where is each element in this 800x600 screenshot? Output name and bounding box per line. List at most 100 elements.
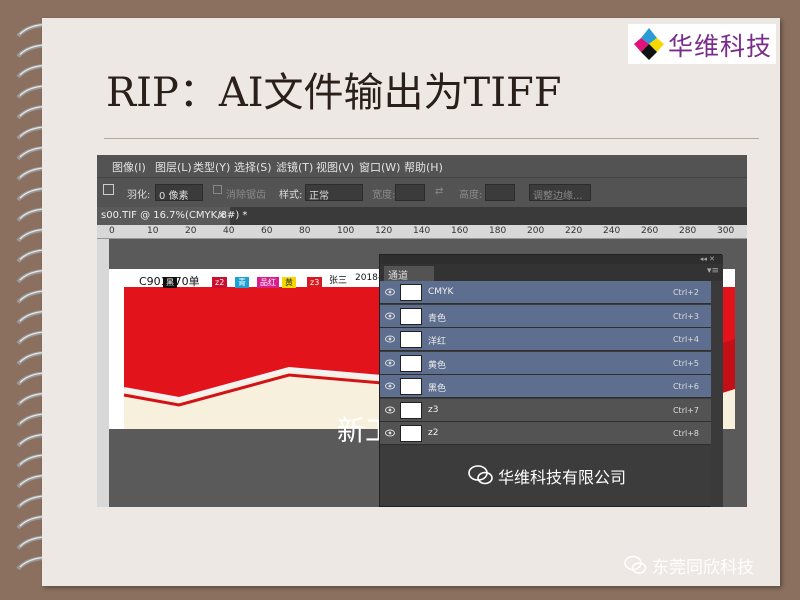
- antialias-checkbox[interactable]: [213, 185, 222, 194]
- eye-icon[interactable]: [385, 288, 395, 296]
- channel-shortcut: Ctrl+3: [672, 311, 699, 321]
- swap-dimensions-icon[interactable]: ⇄: [435, 186, 443, 197]
- ruler-tick-label: 140: [413, 226, 431, 236]
- channel-name: 洋红: [428, 337, 447, 347]
- color-chip: z2: [212, 277, 228, 288]
- width-label: 宽度:: [372, 190, 396, 201]
- feather-input[interactable]: 0 像素: [155, 184, 203, 202]
- channel-thumbnail: [400, 401, 422, 419]
- ruler-tick-label: 60: [261, 226, 273, 236]
- eye-icon[interactable]: [385, 335, 395, 343]
- ruler-tick-label: 240: [603, 226, 621, 236]
- menu-view[interactable]: 视图(V): [316, 159, 354, 175]
- horizontal-ruler: 0 10 20 40 60 80 100 120 140 160 180 200 220 240 260 28…: [97, 225, 747, 239]
- channel-shortcut: Ctrl+7: [672, 405, 699, 415]
- ruler-tick-label: 180: [489, 226, 507, 236]
- channel-name: z3: [428, 404, 439, 415]
- channel-thumbnail: [400, 284, 422, 301]
- channel-thumbnail: [400, 378, 422, 395]
- channels-tab[interactable]: 通道: [384, 266, 434, 282]
- channel-row[interactable]: z2 Ctrl+8: [380, 422, 711, 445]
- document-tab[interactable]: s00.TIF @ 16.7%(CMYK/8#) * ×: [97, 207, 247, 225]
- channel-thumbnail: [400, 425, 422, 442]
- channel-shortcut: Ctrl+4: [672, 335, 699, 344]
- style-label: 样式:: [279, 190, 303, 201]
- height-input[interactable]: [485, 184, 515, 201]
- channel-name: 黑色: [428, 384, 447, 394]
- style-select[interactable]: 正常: [305, 184, 363, 202]
- width-input[interactable]: [395, 184, 425, 201]
- ruler-tick-label: 10: [147, 226, 159, 236]
- menu-layer[interactable]: 图层(L): [155, 159, 192, 175]
- channel-row[interactable]: z3 Ctrl+7: [380, 398, 711, 422]
- company-watermark: 华维科技有限公司: [468, 462, 728, 492]
- channel-thumbnail: [400, 331, 422, 348]
- title-divider: [104, 138, 759, 139]
- eye-icon[interactable]: [385, 406, 395, 414]
- color-chip: 黄: [282, 277, 296, 288]
- ruler-tick-label: 80: [299, 226, 311, 236]
- wechat-icon: [468, 465, 493, 485]
- channel-thumbnail: [400, 354, 422, 372]
- marquee-tool-icon[interactable]: [103, 184, 114, 195]
- channel-row[interactable]: 黄色 Ctrl+5: [380, 351, 711, 375]
- ruler-tick-label: 120: [375, 226, 393, 236]
- ruler-tick-label: 280: [679, 226, 697, 236]
- channel-thumbnail: [400, 307, 422, 325]
- document-tab-bar: s00.TIF @ 16.7%(CMYK/8#) * ×: [97, 207, 747, 225]
- eye-icon[interactable]: [385, 359, 395, 367]
- menu-filter[interactable]: 滤镜(T): [276, 159, 313, 175]
- menu-type[interactable]: 类型(Y): [193, 159, 230, 175]
- ruler-tick-label: 100: [337, 226, 355, 236]
- panel-menu-icon[interactable]: ▾≡: [707, 266, 719, 276]
- wechat-icon: [624, 555, 647, 574]
- ruler-tick-label: 40: [223, 226, 235, 236]
- refine-edge-button[interactable]: 调整边缘...: [529, 184, 591, 202]
- channel-name: CMYK: [428, 287, 454, 297]
- feather-label: 羽化:: [127, 190, 151, 201]
- close-tab-icon[interactable]: ×: [218, 210, 226, 221]
- panel-collapse-bar[interactable]: ◂◂ ✕: [380, 255, 723, 264]
- logo-diamond-icon: [634, 28, 664, 60]
- ruler-tick-label: 220: [565, 226, 583, 236]
- eye-icon[interactable]: [385, 312, 395, 320]
- channel-shortcut: Ctrl+5: [672, 358, 699, 368]
- account-watermark-text: 东莞同欣科技: [652, 558, 754, 578]
- channel-row[interactable]: 黑色 Ctrl+6: [380, 375, 711, 398]
- account-watermark: 东莞同欣科技: [624, 552, 784, 582]
- channel-name: 青色: [428, 313, 447, 324]
- menu-help[interactable]: 帮助(H): [404, 159, 443, 175]
- channel-row[interactable]: 洋红 Ctrl+4: [380, 328, 711, 351]
- antialias-label: 消除锯齿: [226, 190, 266, 201]
- channel-row[interactable]: 青色 Ctrl+3: [380, 304, 711, 328]
- color-chip: 品红: [257, 277, 279, 288]
- menu-image[interactable]: 图像(I): [112, 159, 146, 175]
- channel-name: z2: [428, 428, 439, 438]
- logo-text: 华维科技: [668, 32, 773, 61]
- color-chip: 黑: [163, 277, 177, 288]
- company-logo: 华维科技: [628, 24, 776, 64]
- options-bar: 羽化: 0 像素 消除锯齿 样式: 正常 宽度: ⇄ 高度: 调整边缘...: [97, 177, 747, 207]
- channel-row[interactable]: CMYK Ctrl+2: [380, 281, 711, 304]
- height-label: 高度:: [459, 190, 483, 201]
- photoshop-screenshot: 图像(I) 图层(L) 类型(Y) 选择(S) 滤镜(T) 视图(V) 窗口(W…: [97, 155, 747, 507]
- channel-shortcut: Ctrl+6: [672, 382, 699, 391]
- vertical-ruler: [97, 239, 109, 507]
- ruler-tick-label: 260: [641, 226, 659, 236]
- menu-bar: 图像(I) 图层(L) 类型(Y) 选择(S) 滤镜(T) 视图(V) 窗口(W…: [97, 155, 747, 177]
- panel-tab-bar: 通道 ▾≡: [380, 264, 723, 282]
- channel-shortcut: Ctrl+8: [672, 429, 699, 438]
- ruler-tick-label: 300: [717, 226, 735, 236]
- document-name: 张三: [329, 276, 348, 286]
- menu-select[interactable]: 选择(S): [234, 159, 272, 175]
- menu-window[interactable]: 窗口(W): [359, 159, 400, 175]
- color-chip: z3: [307, 277, 323, 288]
- color-chip: 青: [235, 277, 249, 288]
- eye-icon[interactable]: [385, 382, 395, 390]
- ruler-tick-label: 20: [185, 226, 197, 236]
- channel-shortcut: Ctrl+2: [672, 288, 699, 297]
- eye-icon[interactable]: [385, 429, 395, 437]
- ruler-tick-label: 160: [451, 226, 469, 236]
- ruler-tick-label: 200: [527, 226, 545, 236]
- slide-title: RIP：AI文件输出为TIFF: [106, 70, 562, 116]
